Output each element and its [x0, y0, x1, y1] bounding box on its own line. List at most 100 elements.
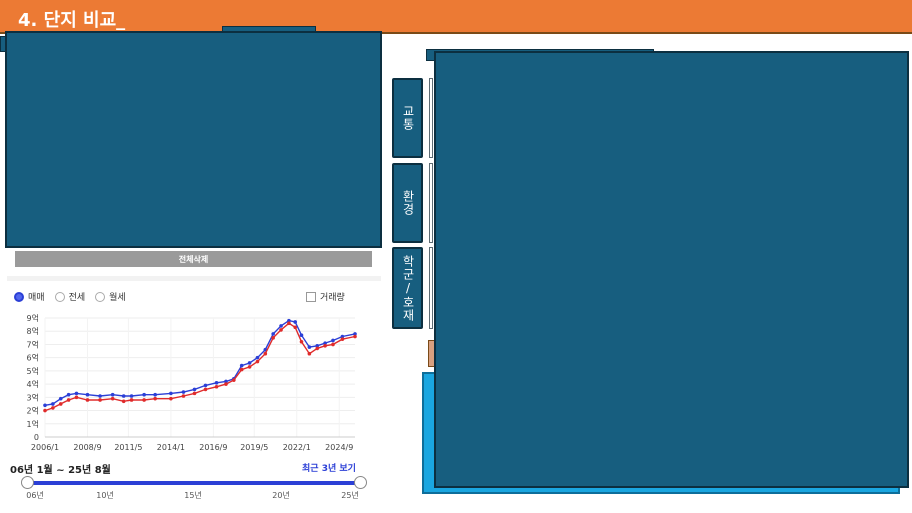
data-point — [299, 340, 304, 344]
x-tick-label: 2022/1 — [283, 443, 311, 452]
data-point — [239, 363, 244, 368]
y-tick-label: 7억 — [27, 339, 39, 349]
data-point — [169, 396, 173, 401]
slider-label: 20년 — [272, 491, 290, 500]
x-tick-label: 2024/9 — [325, 443, 353, 452]
tab-connector — [429, 78, 433, 158]
data-point — [121, 394, 126, 398]
data-point — [214, 384, 219, 389]
data-point — [255, 355, 260, 360]
data-point — [331, 342, 335, 347]
y-tick-label: 9억 — [27, 313, 39, 323]
radio-sale[interactable]: 매매 — [14, 290, 45, 303]
radio-on-icon — [14, 291, 24, 302]
x-tick-label: 2014/1 — [157, 443, 185, 452]
divider — [7, 276, 381, 281]
radio-monthly[interactable]: 월세 — [85, 290, 126, 303]
data-point — [192, 387, 197, 392]
data-point — [153, 392, 157, 397]
y-tick-label: 5억 — [27, 366, 39, 376]
data-point — [293, 325, 298, 330]
data-point — [85, 392, 90, 397]
tab-school-development[interactable]: 학군/호재 — [392, 247, 423, 329]
x-tick-label: 2016/9 — [199, 443, 227, 452]
delete-all-button[interactable]: 전체삭제 — [15, 251, 372, 267]
data-point — [293, 320, 298, 324]
data-point — [214, 380, 219, 385]
radio-jeonse[interactable]: 전세 — [45, 290, 85, 303]
data-point — [287, 321, 291, 326]
data-point — [98, 394, 102, 398]
data-point — [307, 345, 312, 349]
tab-environment[interactable]: 환경 — [392, 163, 423, 243]
y-tick-label: 1억 — [27, 419, 39, 429]
data-point — [263, 351, 268, 356]
recent-3-years-link[interactable]: 최근 3년 보기 — [302, 461, 356, 474]
data-point — [192, 391, 197, 396]
data-point — [129, 398, 134, 402]
radio-monthly-label: 월세 — [109, 293, 126, 303]
tab-transport[interactable]: 교통 — [392, 78, 423, 158]
data-point — [121, 399, 126, 404]
data-point — [307, 351, 312, 356]
data-point — [85, 398, 90, 402]
y-tick-label: 2억 — [27, 406, 39, 416]
data-point — [51, 406, 55, 410]
tab-school-label: 학군/호재 — [401, 254, 415, 322]
slider-label: 06년 — [26, 491, 44, 500]
y-tick-label: 4억 — [27, 379, 39, 389]
upper-price-line — [44, 319, 356, 406]
radio-off-icon — [54, 291, 65, 302]
data-point — [232, 378, 236, 382]
data-point — [353, 334, 357, 339]
data-point — [239, 367, 244, 372]
period-slider-track[interactable] — [28, 481, 361, 485]
y-tick-label: 0 — [34, 433, 39, 442]
data-point — [247, 365, 252, 369]
complex-info-panel — [5, 31, 382, 248]
data-point — [279, 324, 283, 328]
data-point — [323, 343, 327, 348]
slider-label: 15년 — [184, 491, 202, 500]
data-point — [142, 398, 146, 402]
volume-toggle[interactable]: 거래량 — [306, 290, 345, 303]
data-point — [98, 398, 102, 402]
data-point — [271, 332, 275, 336]
data-point — [142, 392, 146, 397]
data-point — [315, 346, 320, 351]
data-point — [153, 396, 157, 401]
data-point — [181, 390, 186, 394]
y-tick-label: 6억 — [27, 353, 39, 363]
tab-connector — [429, 247, 433, 329]
data-point — [203, 383, 208, 388]
data-point — [129, 394, 134, 398]
x-tick-label: 2011/5 — [114, 443, 142, 452]
data-point — [271, 336, 275, 340]
price-chart: 0 1억 2억 3억 4억 5억 6억 7억 8억 9억 2006/1 2008/9 2011/5 201… — [27, 313, 357, 452]
data-point — [279, 328, 283, 332]
x-tick-label: 2008/9 — [73, 443, 101, 452]
radio-sale-label: 매매 — [28, 293, 45, 303]
comparison-panel — [434, 51, 909, 488]
data-point — [43, 403, 47, 408]
slider-label: 10년 — [96, 491, 114, 500]
data-point — [255, 359, 260, 364]
data-point — [181, 394, 186, 398]
data-point — [340, 337, 345, 341]
data-point — [331, 338, 335, 343]
slider-label: 25년 — [341, 491, 359, 500]
y-tick-label: 8억 — [27, 326, 39, 336]
deal-type-selector: 매매 전세 월세 — [14, 290, 126, 303]
x-tick-label: 2019/5 — [240, 443, 268, 452]
data-point — [58, 396, 63, 401]
data-point — [74, 395, 79, 400]
data-point — [66, 398, 71, 402]
data-point — [299, 333, 304, 337]
slider-end-handle[interactable] — [354, 476, 367, 489]
slider-start-handle[interactable] — [21, 476, 34, 489]
data-point — [66, 392, 71, 397]
data-point — [203, 387, 208, 392]
data-point — [74, 391, 79, 396]
tab-connector — [429, 163, 433, 243]
data-point — [110, 392, 115, 397]
